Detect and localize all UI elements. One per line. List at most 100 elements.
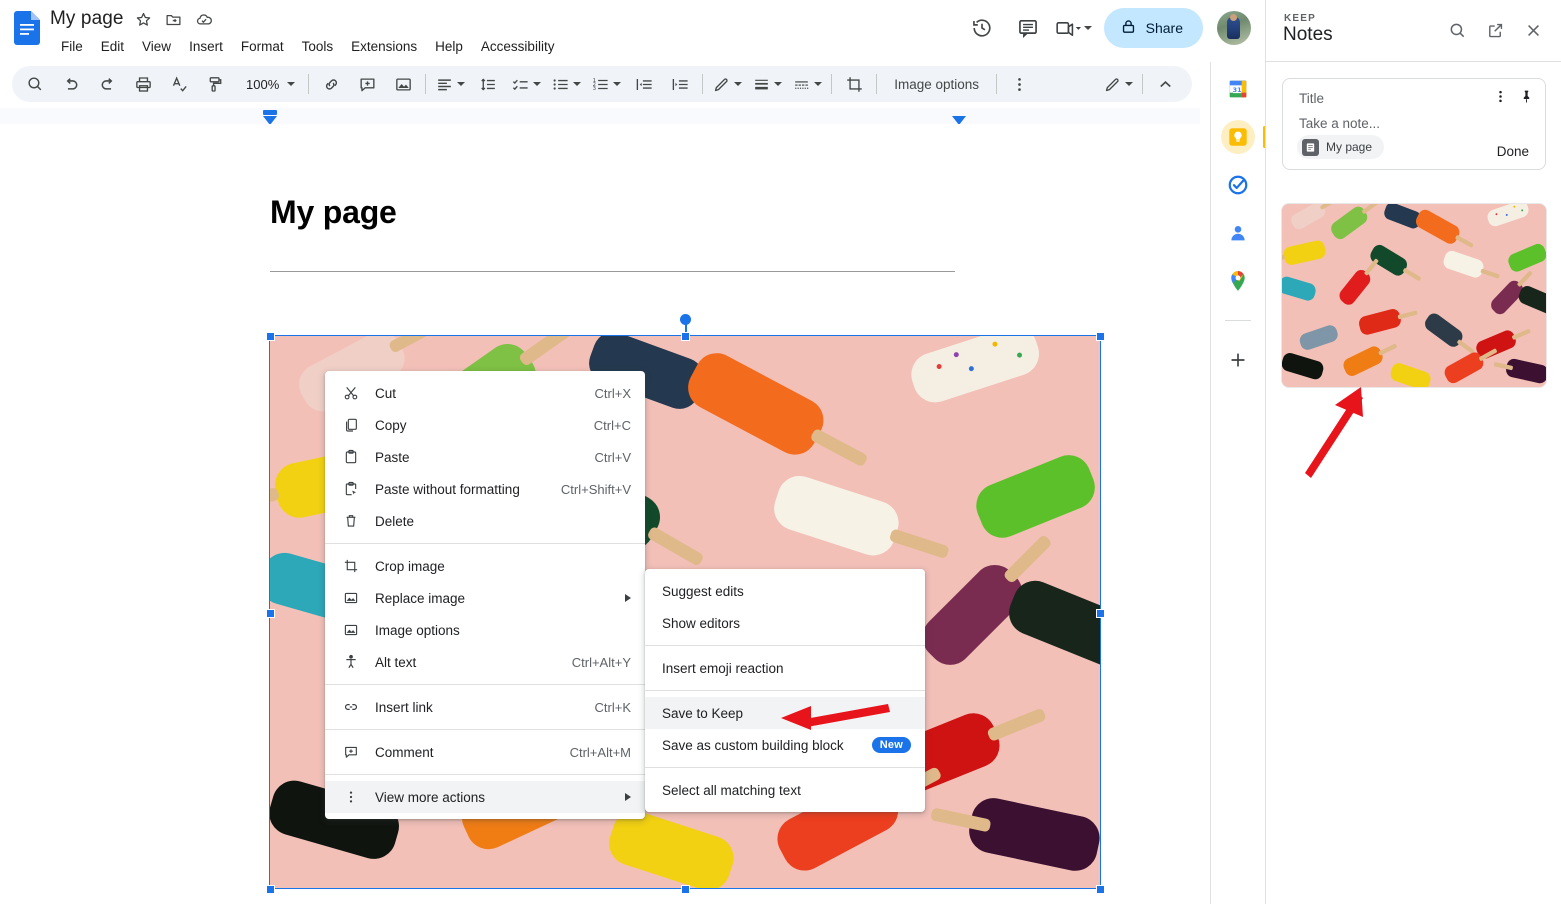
lock-icon xyxy=(1120,18,1137,38)
google-calendar-icon[interactable]: 31 xyxy=(1221,72,1255,106)
context-menu-item-delete[interactable]: Delete xyxy=(325,505,645,537)
submenu-label: Save to Keep xyxy=(662,706,743,721)
menu-format[interactable]: Format xyxy=(232,36,293,58)
search-icon[interactable] xyxy=(20,69,50,99)
menu-view[interactable]: View xyxy=(133,36,180,58)
submenu-item-select-all-matching-text[interactable]: Select all matching text xyxy=(645,774,925,806)
version-history-icon[interactable] xyxy=(962,8,1002,48)
cloud-saved-icon[interactable] xyxy=(194,9,214,29)
page-title[interactable]: My page xyxy=(50,8,124,30)
submenu-item-save-as-custom-building-block[interactable]: Save as custom building block New xyxy=(645,729,925,761)
note-done-button[interactable]: Done xyxy=(1497,144,1529,159)
google-contacts-icon[interactable] xyxy=(1221,216,1255,250)
pin-icon[interactable] xyxy=(1515,85,1537,107)
border-dash-icon[interactable] xyxy=(790,69,824,99)
more-vert-icon[interactable] xyxy=(1489,85,1511,107)
context-menu-item-cut[interactable]: Cut Ctrl+X xyxy=(325,377,645,409)
svg-text:3: 3 xyxy=(593,86,596,92)
google-tasks-icon[interactable] xyxy=(1221,168,1255,202)
submenu-item-suggest-edits[interactable]: Suggest edits xyxy=(645,575,925,607)
increase-indent-icon[interactable] xyxy=(665,69,695,99)
menu-insert[interactable]: Insert xyxy=(180,36,232,58)
google-docs-logo[interactable] xyxy=(14,11,40,45)
crop-image-icon[interactable] xyxy=(839,69,869,99)
share-button[interactable]: Share xyxy=(1104,8,1203,48)
menu-file[interactable]: File xyxy=(52,36,92,58)
menu-extensions[interactable]: Extensions xyxy=(342,36,426,58)
print-icon[interactable] xyxy=(128,69,158,99)
editing-mode-icon[interactable] xyxy=(1101,69,1135,99)
meet-camera-icon[interactable] xyxy=(1054,8,1094,48)
context-menu-item-view-more-actions[interactable]: View more actions xyxy=(325,781,645,813)
align-icon[interactable] xyxy=(433,69,467,99)
image-handle-bottom-right[interactable] xyxy=(1096,885,1105,894)
insert-image-icon[interactable] xyxy=(388,69,418,99)
submenu-label: Insert emoji reaction xyxy=(662,661,784,676)
more-options-icon[interactable] xyxy=(1004,69,1034,99)
context-menu-label: Comment xyxy=(375,745,552,760)
keep-new-note-card[interactable]: Title Take a note... My page Done xyxy=(1282,78,1546,170)
insert-link-icon[interactable] xyxy=(316,69,346,99)
numbered-list-icon[interactable]: 123 xyxy=(589,69,623,99)
open-in-new-icon[interactable] xyxy=(1477,12,1513,48)
comment-history-icon[interactable] xyxy=(1008,8,1048,48)
context-menu-item-paste-without-formatting[interactable]: Paste without formatting Ctrl+Shift+V xyxy=(325,473,645,505)
spelling-check-icon[interactable] xyxy=(164,69,194,99)
search-icon[interactable] xyxy=(1439,12,1475,48)
title-bar-actions: Share xyxy=(962,8,1251,48)
avatar[interactable] xyxy=(1217,11,1251,45)
context-menu-item-alt-text[interactable]: Alt text Ctrl+Alt+Y xyxy=(325,646,645,678)
google-keep-icon[interactable] xyxy=(1221,120,1255,154)
menu-accessibility[interactable]: Accessibility xyxy=(472,36,564,58)
context-menu-item-image-options[interactable]: Image options xyxy=(325,614,645,646)
zoom-selector[interactable]: 100% xyxy=(240,70,301,98)
add-comment-icon[interactable] xyxy=(352,69,382,99)
google-maps-icon[interactable] xyxy=(1221,264,1255,298)
side-app-strip: 31 xyxy=(1210,62,1265,904)
image-handle-top-center[interactable] xyxy=(681,332,690,341)
star-icon[interactable] xyxy=(134,9,154,29)
paint-format-icon[interactable] xyxy=(200,69,230,99)
context-menu-item-comment[interactable]: Comment Ctrl+Alt+M xyxy=(325,736,645,768)
note-body-input[interactable]: Take a note... xyxy=(1299,116,1380,131)
new-badge: New xyxy=(872,737,911,753)
share-label: Share xyxy=(1146,20,1183,36)
menu-tools[interactable]: Tools xyxy=(293,36,343,58)
image-handle-bottom-center[interactable] xyxy=(681,885,690,894)
line-spacing-icon[interactable] xyxy=(473,69,503,99)
menu-help[interactable]: Help xyxy=(426,36,472,58)
image-handle-top-left[interactable] xyxy=(266,332,275,341)
context-menu-item-copy[interactable]: Copy Ctrl+C xyxy=(325,409,645,441)
border-weight-icon[interactable] xyxy=(750,69,784,99)
keep-panel-actions xyxy=(1439,12,1551,48)
horizontal-ruler[interactable] xyxy=(0,108,1200,124)
submenu-item-save-to-keep[interactable]: Save to Keep xyxy=(645,697,925,729)
submenu-item-show-editors[interactable]: Show editors xyxy=(645,607,925,639)
decrease-indent-icon[interactable] xyxy=(629,69,659,99)
image-handle-top-right[interactable] xyxy=(1096,332,1105,341)
context-menu-item-insert-link[interactable]: Insert link Ctrl+K xyxy=(325,691,645,723)
menu-edit[interactable]: Edit xyxy=(92,36,133,58)
image-options-button[interactable]: Image options xyxy=(884,70,989,98)
context-menu-item-paste[interactable]: Paste Ctrl+V xyxy=(325,441,645,473)
first-line-indent-marker[interactable] xyxy=(263,110,277,115)
image-handle-mid-left[interactable] xyxy=(266,609,275,618)
image-handle-mid-right[interactable] xyxy=(1096,609,1105,618)
hide-menus-icon[interactable] xyxy=(1150,69,1180,99)
bulleted-list-icon[interactable] xyxy=(549,69,583,99)
border-color-icon[interactable] xyxy=(710,69,744,99)
keep-note-thumbnail[interactable] xyxy=(1281,203,1547,388)
chevron-down-icon xyxy=(734,82,742,86)
close-icon[interactable] xyxy=(1515,12,1551,48)
checklist-icon[interactable] xyxy=(509,69,543,99)
context-menu-item-crop-image[interactable]: Crop image xyxy=(325,550,645,582)
redo-icon[interactable] xyxy=(92,69,122,99)
image-handle-bottom-left[interactable] xyxy=(266,885,275,894)
submenu-item-insert-emoji-reaction[interactable]: Insert emoji reaction xyxy=(645,652,925,684)
context-menu-item-replace-image[interactable]: Replace image xyxy=(325,582,645,614)
note-title-input[interactable]: Title xyxy=(1299,91,1324,106)
note-linked-doc-chip[interactable]: My page xyxy=(1297,135,1384,159)
add-plus-icon[interactable] xyxy=(1221,343,1255,377)
move-to-folder-icon[interactable] xyxy=(164,9,184,29)
undo-icon[interactable] xyxy=(56,69,86,99)
